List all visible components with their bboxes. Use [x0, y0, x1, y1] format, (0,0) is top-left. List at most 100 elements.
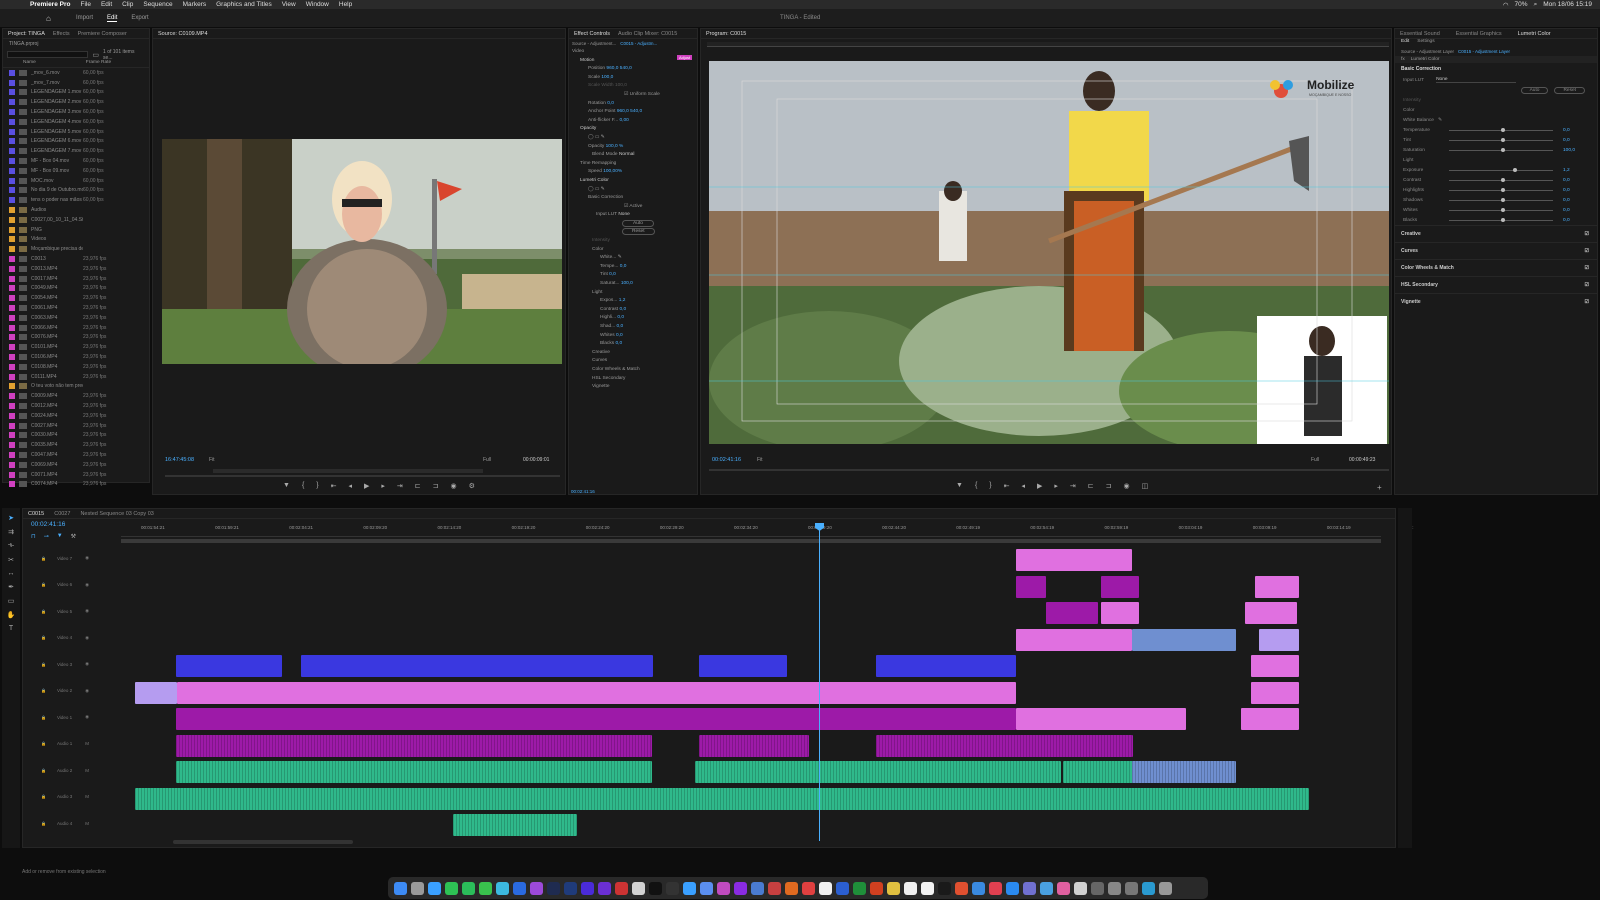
project-item[interactable]: C0071.MP4 23,976 fps	[3, 470, 149, 480]
audio-clip[interactable]	[453, 814, 577, 836]
dock-app-icon[interactable]	[1142, 881, 1155, 895]
tab-audio-clip-mixer[interactable]: Audio Clip Mixer: C0015	[618, 31, 677, 37]
playhead[interactable]	[819, 523, 820, 841]
goto-out-icon[interactable]: ⇥	[397, 482, 403, 490]
lumetri-source[interactable]: Source - Adjustment Layer	[1401, 49, 1454, 54]
slider-value[interactable]: 0,0	[1563, 178, 1570, 183]
project-item[interactable]: LEGENDAGEM 5.mov 60,00 fps	[3, 127, 149, 137]
slider-track[interactable]	[1449, 197, 1553, 202]
settings-icon[interactable]: ⚙	[469, 482, 475, 490]
project-item[interactable]: C0013.MP4 23,976 fps	[3, 264, 149, 274]
slider-track[interactable]	[1449, 177, 1553, 182]
fx-time-remap[interactable]: Time Remapping	[580, 161, 616, 166]
fx-position-y[interactable]: 540,0	[620, 66, 632, 71]
section-enable-checkbox[interactable]: ☑	[1585, 248, 1589, 254]
project-item[interactable]: C0074.MP4 23,976 fps	[3, 479, 149, 489]
goto-in-icon[interactable]: ⇤	[331, 482, 337, 490]
fx-auto-button[interactable]: Auto	[622, 219, 654, 227]
fx-rotation-value[interactable]: 0,0	[607, 101, 614, 106]
fx-scale-value[interactable]: 100,0	[601, 75, 613, 80]
dock-app-icon[interactable]	[445, 881, 458, 895]
dock-app-icon[interactable]	[479, 881, 492, 895]
extract-icon[interactable]: ⊐	[1106, 482, 1112, 490]
dock-app-icon[interactable]	[734, 881, 747, 895]
audio-clip[interactable]	[1063, 761, 1135, 783]
project-item[interactable]: Moçambique precisa de	[3, 244, 149, 254]
camera-icon[interactable]: ◉	[451, 482, 457, 490]
audio-clip[interactable]	[876, 734, 1133, 757]
video-clip[interactable]	[177, 681, 1016, 704]
add-button-icon[interactable]: +	[1377, 483, 1382, 492]
menu-help[interactable]: Help	[339, 1, 352, 8]
lumetri-reset-button[interactable]: Reset	[1554, 86, 1585, 94]
project-item[interactable]: MOC.mov 60,00 fps	[3, 176, 149, 186]
prog-marker-icon[interactable]: ▼	[956, 482, 963, 490]
program-scrub-bar[interactable]	[709, 469, 1389, 471]
video-clip[interactable]	[1245, 602, 1297, 624]
video-clip[interactable]	[1016, 549, 1132, 571]
project-item[interactable]: C0111.MP4 23,976 fps	[3, 372, 149, 382]
dock-app-icon[interactable]	[547, 881, 560, 895]
menu-clip[interactable]: Clip	[122, 1, 133, 8]
project-item[interactable]: C0066.MP4 23,976 fps	[3, 323, 149, 333]
project-item[interactable]: LEGENDAGEM 6.mov 60,00 fps	[3, 137, 149, 147]
audio-clip[interactable]	[135, 787, 1309, 810]
lumetri-section-header[interactable]: Color Wheels & Match ☑	[1395, 259, 1597, 276]
fx-lumetri[interactable]: Lumetri Color	[580, 178, 609, 183]
source-video-frame[interactable]	[162, 139, 562, 364]
project-item[interactable]: Audios	[3, 205, 149, 215]
fx-speed-value[interactable]: 100,00%	[603, 169, 622, 174]
dock-app-icon[interactable]	[853, 881, 866, 895]
wifi-icon[interactable]: ◠	[1503, 1, 1509, 9]
fx-contrast-value[interactable]: 0,0	[619, 307, 626, 312]
project-item[interactable]: MF - Box 09.mov 60,00 fps	[3, 166, 149, 176]
video-clip[interactable]	[1251, 655, 1299, 677]
dock-app-icon[interactable]	[649, 881, 662, 895]
project-item[interactable]: LEGENDAGEM 4.mov 60,00 fps	[3, 117, 149, 127]
fx-position-x[interactable]: 960,0	[606, 66, 618, 71]
video-clip[interactable]	[699, 655, 787, 677]
menu-app[interactable]: Premiere Pro	[30, 1, 70, 8]
step-forward-icon[interactable]: ▸	[381, 482, 385, 490]
tab-import[interactable]: Import	[76, 15, 93, 21]
fx-inputlut-select[interactable]: None	[618, 212, 629, 217]
slider-value[interactable]: 100,0	[1563, 148, 1575, 153]
tab-effects[interactable]: Effects	[53, 31, 70, 37]
slider-track[interactable]	[1449, 127, 1553, 132]
fx-color[interactable]: Color	[592, 247, 603, 252]
dock-app-icon[interactable]	[972, 881, 985, 895]
dock-app-icon[interactable]	[1159, 881, 1172, 895]
tab-effect-controls[interactable]: Effect Controls	[574, 31, 610, 37]
lift-icon[interactable]: ⊏	[1088, 482, 1094, 490]
slider-knob[interactable]	[1501, 137, 1505, 142]
audio-clip[interactable]	[695, 761, 1061, 783]
dock-app-icon[interactable]	[1040, 881, 1053, 895]
lumetri-effect-select[interactable]: Lumetri Color	[1411, 57, 1440, 62]
home-icon[interactable]: ⌂	[46, 14, 51, 23]
wb-eyedropper-icon[interactable]: ✎	[1438, 118, 1442, 123]
mark-out-icon[interactable]: }	[316, 482, 318, 490]
slider-knob[interactable]	[1501, 147, 1505, 152]
fx-motion[interactable]: Motion	[580, 58, 594, 63]
fx-sequence[interactable]: C0015 - Adjustm...	[620, 41, 657, 46]
tab-premiere-composer[interactable]: Premiere Composer	[78, 31, 127, 37]
dock-app-icon[interactable]	[751, 881, 764, 895]
section-enable-checkbox[interactable]: ☑	[1585, 265, 1589, 271]
rectangle-tool-icon[interactable]: ▭	[8, 597, 15, 605]
dock-app-icon[interactable]	[1006, 881, 1019, 895]
tab-edit[interactable]: Edit	[107, 15, 118, 22]
col-name[interactable]: Name	[23, 60, 36, 67]
project-item[interactable]: LEGENDAGEM 7.mov 60,00 fps	[3, 146, 149, 156]
pen-tool-icon[interactable]: ✒	[8, 583, 14, 591]
project-item[interactable]: C0024.MP4 23,976 fps	[3, 411, 149, 421]
dock-app-icon[interactable]	[598, 881, 611, 895]
dock-app-icon[interactable]	[496, 881, 509, 895]
audio-clip[interactable]	[176, 761, 652, 783]
lumetri-section-header[interactable]: Vignette ☑	[1395, 293, 1597, 310]
prog-camera-icon[interactable]: ◉	[1124, 482, 1130, 490]
dock-app-icon[interactable]	[768, 881, 781, 895]
lumetri-tab-settings[interactable]: Settings	[1417, 39, 1434, 47]
fx-color-wheels[interactable]: Color Wheels & Match	[592, 367, 640, 372]
program-fit-select[interactable]: Fit	[757, 457, 763, 463]
fx-flicker-value[interactable]: 0,00	[619, 118, 628, 123]
